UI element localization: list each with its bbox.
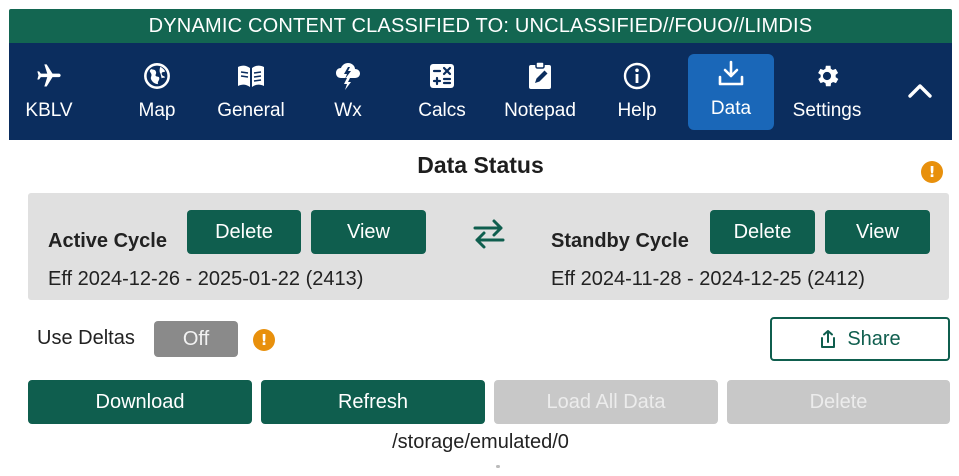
nav-label-map: Map bbox=[138, 100, 176, 121]
top-nav-bar: KBLV Map General Wx Calcs Notepad Help D… bbox=[9, 43, 952, 140]
load-all-data-button[interactable]: Load All Data bbox=[494, 380, 718, 424]
active-cycle-label: Active Cycle bbox=[48, 230, 167, 252]
scroll-indicator bbox=[496, 465, 500, 468]
swap-arrows-icon[interactable] bbox=[471, 216, 507, 252]
nav-item-general[interactable]: General bbox=[214, 56, 288, 131]
nav-item-calcs[interactable]: Calcs bbox=[414, 56, 470, 131]
active-cycle-delete-button[interactable]: Delete bbox=[187, 210, 301, 254]
standby-cycle-label: Standby Cycle bbox=[551, 230, 689, 252]
calculator-icon bbox=[427, 61, 457, 91]
nav-label-data: Data bbox=[710, 98, 752, 119]
use-deltas-toggle[interactable]: Off bbox=[154, 321, 238, 357]
nav-item-help[interactable]: Help bbox=[613, 56, 661, 131]
nav-label-notepad: Notepad bbox=[504, 100, 576, 121]
chevron-up-icon[interactable] bbox=[905, 75, 935, 105]
standby-cycle-effective-dates: Eff 2024-11-28 - 2024-12-25 (2412) bbox=[551, 268, 865, 290]
classification-banner: DYNAMIC CONTENT CLASSIFIED TO: UNCLASSIF… bbox=[9, 9, 952, 43]
weather-icon bbox=[333, 61, 363, 91]
storage-path: /storage/emulated/0 bbox=[392, 431, 569, 453]
book-icon bbox=[236, 61, 266, 91]
nav-label-kblv: KBLV bbox=[25, 100, 73, 121]
download-button[interactable]: Download bbox=[28, 380, 252, 424]
nav-label-wx: Wx bbox=[334, 100, 362, 121]
deltas-info-icon[interactable]: ! bbox=[253, 329, 275, 351]
share-button[interactable]: Share bbox=[770, 317, 950, 361]
share-label: Share bbox=[847, 327, 901, 350]
nav-label-help: Help bbox=[617, 100, 657, 121]
nav-label-settings: Settings bbox=[792, 100, 862, 121]
standby-cycle-delete-button[interactable]: Delete bbox=[710, 210, 815, 254]
delete-all-button[interactable]: Delete bbox=[727, 380, 950, 424]
nav-item-map[interactable]: Map bbox=[131, 56, 183, 131]
info-icon bbox=[622, 61, 652, 91]
nav-item-data[interactable]: Data bbox=[688, 54, 774, 130]
active-cycle-effective-dates: Eff 2024-12-26 - 2025-01-22 (2413) bbox=[48, 268, 364, 290]
standby-cycle-view-button[interactable]: View bbox=[825, 210, 930, 254]
active-cycle-view-button[interactable]: View bbox=[311, 210, 426, 254]
classification-text: DYNAMIC CONTENT CLASSIFIED TO: UNCLASSIF… bbox=[148, 14, 813, 37]
share-icon bbox=[821, 330, 836, 348]
nav-item-kblv[interactable]: KBLV bbox=[23, 56, 75, 131]
app-frame: DYNAMIC CONTENT CLASSIFIED TO: UNCLASSIF… bbox=[9, 9, 952, 476]
airplane-icon bbox=[34, 61, 64, 91]
nav-item-wx[interactable]: Wx bbox=[327, 56, 369, 131]
nav-label-calcs: Calcs bbox=[418, 100, 466, 121]
nav-item-notepad[interactable]: Notepad bbox=[499, 56, 581, 131]
page-title: Data Status bbox=[417, 152, 544, 178]
download-icon bbox=[716, 59, 746, 89]
refresh-button[interactable]: Refresh bbox=[261, 380, 485, 424]
notepad-icon bbox=[525, 61, 555, 91]
nav-label-general: General bbox=[217, 100, 285, 121]
nav-item-settings[interactable]: Settings bbox=[789, 56, 865, 131]
gear-icon bbox=[812, 61, 842, 91]
use-deltas-label: Use Deltas bbox=[37, 327, 135, 349]
info-icon[interactable]: ! bbox=[921, 161, 943, 183]
globe-icon bbox=[142, 61, 172, 91]
